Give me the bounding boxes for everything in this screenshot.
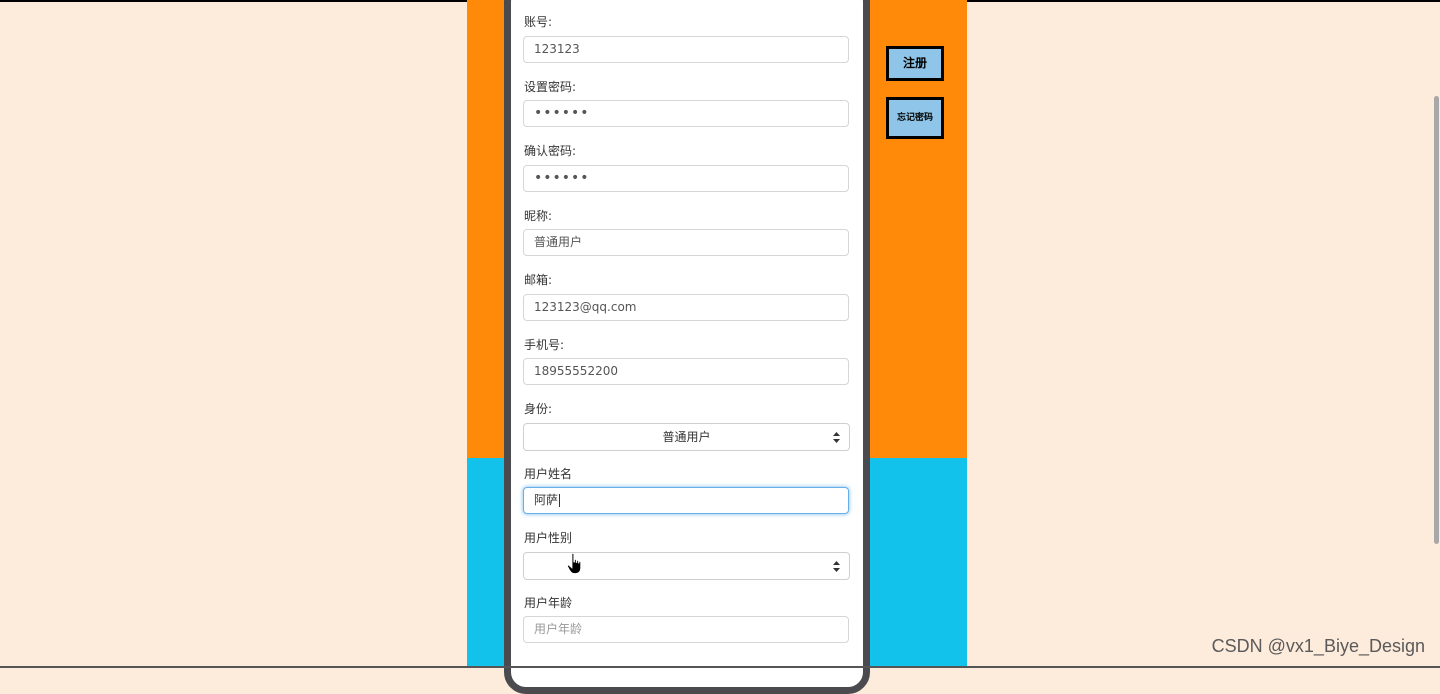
role-label: 身份: [524, 402, 553, 416]
text-caret [559, 494, 561, 507]
page-scrollbar[interactable] [1434, 96, 1439, 544]
watermark-text: CSDN @vx1_Biye_Design [1211, 636, 1425, 656]
confirm-password-label: 确认密码: [524, 144, 577, 158]
account-input[interactable]: 123123 [523, 36, 849, 63]
role-selected-value: 普通用户 [662, 430, 711, 444]
age-input[interactable]: 用户年龄 [523, 616, 849, 643]
register-button[interactable]: 注册 [886, 46, 944, 81]
email-input[interactable]: 123123@qq.com [523, 294, 849, 321]
nickname-input[interactable]: 普通用户 [523, 229, 849, 256]
select-updown-icon [833, 432, 840, 443]
forgot-password-button[interactable]: 忘记密码 [886, 97, 944, 139]
phone-label: 手机号: [524, 338, 565, 352]
confirm-password-input[interactable]: •••••• [523, 165, 849, 192]
hand-pointer-cursor-icon [567, 553, 582, 574]
email-label: 邮箱: [524, 273, 553, 287]
account-label: 账号: [524, 15, 553, 29]
real-name-input[interactable]: 阿萨 [523, 487, 849, 514]
age-label: 用户年龄 [524, 596, 573, 610]
select-updown-icon [833, 561, 840, 572]
password-input[interactable]: •••••• [523, 100, 849, 127]
phone-input[interactable]: 18955552200 [523, 358, 849, 385]
gender-label: 用户性别 [524, 531, 573, 545]
real-name-value: 阿萨 [534, 493, 559, 507]
role-select[interactable]: 普通用户 [523, 423, 850, 451]
password-label: 设置密码: [524, 80, 577, 94]
real-name-label: 用户姓名 [524, 467, 573, 481]
nickname-label: 昵称: [524, 209, 553, 223]
